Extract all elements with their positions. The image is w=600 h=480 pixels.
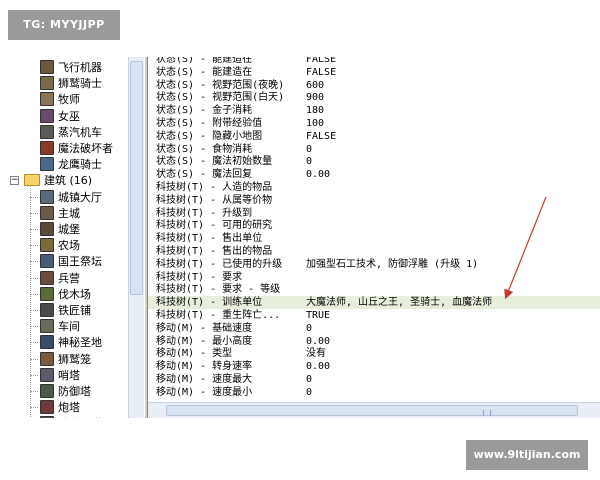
object-editor: 飞行机器 狮鹫骑士 牧师 女巫 蒸汽机车 魔法破坏者 龙鹰骑士 − 建筑 (16) 城镇大厅 主城城… bbox=[0, 57, 600, 418]
watermark-bottom: www.9ltijian.com bbox=[466, 440, 588, 470]
watermark-top: TG: MYYJJPP bbox=[8, 10, 120, 40]
annotation-arrow bbox=[504, 196, 547, 300]
